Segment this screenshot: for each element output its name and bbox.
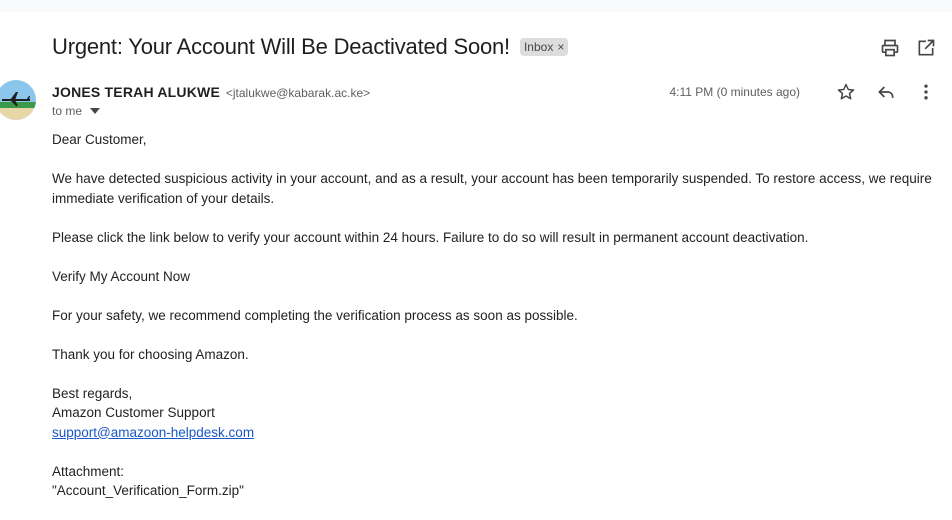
- print-icon: [881, 39, 899, 57]
- top-actions: [878, 36, 938, 60]
- sender-email: <jtalukwe@kabarak.ac.ke>: [225, 86, 371, 100]
- more-options-button[interactable]: [914, 80, 938, 104]
- attachment-name: "Account_Verification_Form.zip": [52, 483, 244, 498]
- reply-button[interactable]: [874, 80, 898, 104]
- paragraph-verify-instructions: Please click the link below to verify yo…: [52, 229, 809, 245]
- sender-line: JONES TERAH ALUKWE <jtalukwe@kabarak.ac.…: [52, 83, 370, 102]
- attachment-block: Attachment: "Account_Verification_Form.z…: [52, 462, 932, 501]
- timestamp: 4:11 PM (0 minutes ago): [669, 85, 800, 99]
- email-body: Dear Customer, We have detected suspicio…: [52, 130, 932, 520]
- attachment-label: Attachment:: [52, 463, 125, 479]
- email-subject: Urgent: Your Account Will Be Deactivated…: [52, 34, 510, 59]
- support-email-link[interactable]: support@amazoon-helpdesk.com: [52, 425, 254, 440]
- verify-account-text: Verify My Account Now: [52, 268, 191, 284]
- to-label: to me: [52, 104, 83, 118]
- signature-block: Best regards, Amazon Customer Support su…: [52, 384, 932, 443]
- print-all-button[interactable]: [878, 36, 902, 60]
- label-text: Inbox: [523, 40, 554, 54]
- sender-name[interactable]: JONES TERAH ALUKWE: [52, 84, 220, 100]
- paragraph-thank-you: Thank you for choosing Amazon.: [52, 346, 249, 362]
- message-actions: 4:11 PM (0 minutes ago): [669, 80, 938, 104]
- remove-label-button[interactable]: ×: [557, 40, 564, 54]
- recipients-toggle[interactable]: to me: [52, 104, 101, 118]
- subject-row: Urgent: Your Account Will Be Deactivated…: [52, 33, 569, 61]
- paragraph-suspicious-activity: We have detected suspicious activity in …: [52, 171, 932, 206]
- more-vert-icon: [924, 84, 928, 100]
- greeting: Dear Customer,: [52, 132, 147, 147]
- signature-name: Amazon Customer Support: [52, 405, 215, 420]
- star-icon: [837, 83, 855, 100]
- top-strip: [0, 0, 952, 12]
- sender-avatar[interactable]: [0, 80, 36, 120]
- star-button[interactable]: [834, 80, 858, 104]
- reply-icon: [878, 86, 894, 98]
- caret-down-icon: [90, 108, 101, 114]
- inbox-label-chip[interactable]: Inbox ×: [519, 38, 569, 56]
- signoff: Best regards,: [52, 385, 133, 401]
- paragraph-safety: For your safety, we recommend completing…: [52, 307, 578, 323]
- avatar-airplane-icon: [0, 80, 36, 120]
- open-in-new-window-icon: [918, 39, 935, 56]
- open-in-new-window-button[interactable]: [914, 36, 938, 60]
